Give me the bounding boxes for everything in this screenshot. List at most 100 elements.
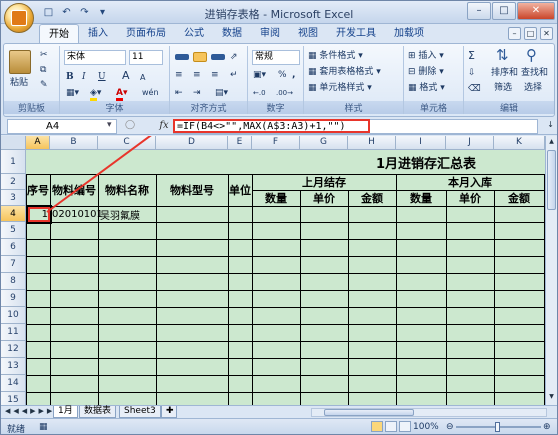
format-painter-icon[interactable]: ✎ (40, 78, 48, 92)
ribbon-restore-icon[interactable]: □ (524, 27, 537, 40)
horizontal-scroll-thumb[interactable] (324, 409, 414, 416)
row-header-11[interactable]: 11 (1, 324, 26, 341)
decrease-decimal-icon[interactable]: .00→ (276, 86, 293, 100)
formula-bar-dropdown-icon[interactable]: ▾ (107, 120, 112, 130)
align-bottom-icon[interactable] (211, 50, 225, 64)
insert-cells-button[interactable]: ⊞ 插入 ▾ (408, 49, 444, 63)
fill-color-icon[interactable]: ◈▾ (90, 86, 101, 101)
scroll-down-icon[interactable]: ▼ (547, 393, 556, 403)
zoom-in-icon[interactable]: ⊕ (543, 420, 551, 434)
comma-button[interactable]: , (292, 68, 295, 82)
sheet-tab-sheet3[interactable]: Sheet3 (119, 406, 161, 418)
vertical-scroll-thumb[interactable] (547, 150, 556, 210)
merge-center-icon[interactable]: ▤▾ (215, 86, 228, 100)
zoom-slider-knob[interactable] (495, 422, 500, 432)
tab-addins[interactable]: 加载项 (385, 24, 433, 44)
borders-icon[interactable]: ▦▾ (66, 86, 79, 100)
find-select-icon[interactable]: ⚲ (526, 48, 537, 63)
percent-button[interactable]: % (278, 68, 287, 82)
fill-icon[interactable]: ⇩ (468, 66, 476, 80)
row-header-7[interactable]: 7 (1, 256, 26, 273)
vertical-scrollbar[interactable]: ▲ ▼ (545, 136, 557, 405)
format-label: 格式 (419, 83, 438, 93)
clear-icon[interactable]: ⌫ (468, 82, 481, 96)
cut-icon[interactable]: ✂ (40, 48, 48, 62)
autosum-button[interactable]: Σ (468, 49, 475, 63)
italic-button[interactable]: I (82, 70, 86, 84)
office-button[interactable] (4, 3, 34, 33)
row-header-13[interactable]: 13 (1, 358, 26, 375)
currency-icon[interactable]: ▣▾ (253, 68, 266, 82)
orientation-icon[interactable]: ⇗ (230, 50, 238, 64)
tab-insert[interactable]: 插入 (79, 24, 117, 44)
row-header-6[interactable]: 6 (1, 239, 26, 256)
tab-view[interactable]: 视图 (289, 24, 327, 44)
font-color-icon[interactable]: A▾ (116, 86, 128, 101)
font-size-combo[interactable]: 11 (129, 50, 163, 65)
format-cells-button[interactable]: ▦ 格式 ▾ (408, 81, 445, 95)
tab-formulas[interactable]: 公式 (175, 24, 213, 44)
sort-label[interactable]: 排序和 (491, 66, 518, 80)
horizontal-scrollbar[interactable] (311, 408, 547, 417)
macro-record-icon[interactable]: ▦ (39, 420, 48, 434)
font-name-combo[interactable]: 宋体 (64, 50, 126, 65)
sheet-nav-icons[interactable]: ◀◀◀▶▶▶ (5, 407, 55, 415)
increase-decimal-icon[interactable]: ←.0 (253, 86, 266, 100)
sheet-tab-data[interactable]: 数据表 (79, 406, 117, 418)
scroll-up-icon[interactable]: ▲ (547, 138, 556, 148)
tab-page-layout[interactable]: 页面布局 (117, 24, 175, 44)
row-header-14[interactable]: 14 (1, 375, 26, 392)
format-as-table-button[interactable]: ▦ 套用表格格式 ▾ (308, 65, 381, 79)
ribbon-close-icon[interactable]: ✕ (540, 27, 553, 40)
row-header-9[interactable]: 9 (1, 290, 26, 307)
tab-data[interactable]: 数据 (213, 24, 251, 44)
formula-cancel-icon[interactable]: ◯ (125, 120, 135, 130)
tab-developer[interactable]: 开发工具 (327, 24, 385, 44)
page-break-view-icon[interactable] (399, 421, 411, 432)
decrease-indent-icon[interactable]: ⇤ (175, 86, 183, 100)
shrink-font-button[interactable]: A (140, 71, 145, 85)
maximize-button[interactable]: □ (492, 2, 516, 20)
align-left-icon[interactable]: ≡ (175, 68, 183, 82)
tab-home[interactable]: 开始 (39, 24, 79, 44)
delete-cells-button[interactable]: ⊟ 删除 ▾ (408, 65, 444, 79)
expand-formula-icon[interactable]: ↓ (547, 120, 554, 129)
page-layout-view-icon[interactable] (385, 421, 397, 432)
tab-review[interactable]: 审阅 (251, 24, 289, 44)
sort-filter-icon[interactable]: ⇅ (496, 48, 509, 63)
find-label[interactable]: 查找和 (521, 66, 548, 80)
sheet-tab-jan[interactable]: 1月 (53, 406, 78, 418)
phonetic-button[interactable]: wén (142, 86, 159, 100)
row-header-10[interactable]: 10 (1, 307, 26, 324)
align-middle-icon[interactable] (193, 50, 207, 64)
filter-label[interactable]: 筛选 (494, 81, 512, 95)
conditional-format-button[interactable]: ▦ 条件格式 ▾ (308, 49, 363, 63)
align-top-icon[interactable] (175, 50, 189, 64)
wrap-text-icon[interactable]: ↵ (230, 68, 238, 82)
align-right-icon[interactable]: ≡ (211, 68, 219, 82)
name-box[interactable]: A4 (7, 119, 117, 134)
row-header-15[interactable]: 15 (1, 392, 26, 405)
cell-styles-button[interactable]: ▦ 单元格样式 ▾ (308, 81, 372, 95)
select-label[interactable]: 选择 (524, 81, 542, 95)
row-header-8[interactable]: 8 (1, 273, 26, 290)
increase-indent-icon[interactable]: ⇥ (193, 86, 201, 100)
grow-font-button[interactable]: A (122, 69, 130, 83)
paste-button[interactable] (9, 50, 31, 74)
underline-button[interactable]: U (98, 70, 106, 84)
insert-sheet-icon[interactable]: ✚ (161, 406, 177, 418)
zoom-out-icon[interactable]: ⊖ (446, 420, 454, 434)
number-format-combo[interactable]: 常规 (252, 50, 300, 65)
minimize-button[interactable]: – (467, 2, 491, 20)
close-button[interactable]: ✕ (517, 2, 555, 20)
row-header-12[interactable]: 12 (1, 341, 26, 358)
zoom-level[interactable]: 100% (413, 422, 439, 432)
table-style-icon: ▦ (308, 67, 317, 77)
copy-icon[interactable]: ⧉ (40, 63, 46, 77)
ribbon-minimize-icon[interactable]: – (508, 27, 521, 40)
align-center-icon[interactable]: ≡ (193, 68, 201, 82)
bold-button[interactable]: B (66, 70, 74, 84)
insert-function-icon[interactable]: fx (156, 119, 172, 134)
status-ready: 就绪 (7, 425, 26, 435)
normal-view-icon[interactable] (371, 421, 383, 432)
